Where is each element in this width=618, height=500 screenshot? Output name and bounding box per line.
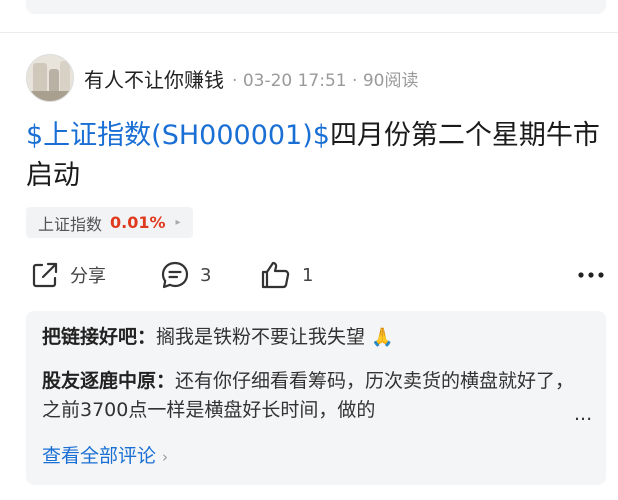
pray-emoji-icon: 🙏: [371, 327, 394, 348]
stock-tag-change: 0.01%: [110, 213, 166, 232]
comment-ellipsis: ...: [574, 403, 593, 425]
author-name[interactable]: 有人不让你赚钱: [84, 64, 224, 93]
post-meta: · 03-20 17:51 · 90阅读: [232, 66, 418, 91]
comment-item[interactable]: 股友逐鹿中原：还有你仔细看看筹码，历次卖货的横盘就好了，之前3700点一样是横盘…: [42, 367, 582, 425]
like-button[interactable]: 1: [260, 256, 313, 294]
post-title[interactable]: $上证指数(SH000001)$四月份第二个星期牛市启动: [26, 116, 601, 196]
view-all-comments-link[interactable]: 查看全部评论 ›: [42, 441, 168, 468]
comment-item[interactable]: 把链接好吧：搁我是铁粉不要让我失望 🙏: [42, 323, 592, 352]
meta-separator: ·: [346, 70, 363, 91]
comment-count: 3: [200, 264, 212, 286]
stock-tag-name: 上证指数: [38, 214, 103, 234]
share-button[interactable]: 分享: [30, 256, 106, 294]
chevron-right-icon: ›: [162, 448, 169, 466]
view-all-label: 查看全部评论: [42, 445, 157, 467]
stock-tag[interactable]: 上证指数 0.01% ▸: [26, 207, 193, 238]
more-button[interactable]: [578, 256, 604, 294]
comments-preview: 把链接好吧：搁我是铁粉不要让我失望 🙏 股友逐鹿中原：还有你仔细看看筹码，历次卖…: [26, 311, 606, 485]
like-icon: [260, 260, 292, 290]
avatar[interactable]: [26, 54, 74, 102]
view-count: 90阅读: [362, 70, 419, 91]
comment-author[interactable]: 股友逐鹿中原：: [42, 370, 175, 392]
meta-separator: ·: [232, 70, 243, 91]
post-time: 03-20 17:51: [242, 70, 347, 91]
share-icon: [30, 260, 60, 290]
comment-text: 搁我是铁粉不要让我失望: [156, 326, 366, 348]
comment-icon: [160, 260, 190, 290]
stock-mention-link[interactable]: $上证指数(SH000001)$: [26, 120, 330, 151]
post-divider: [0, 32, 618, 33]
comment-author[interactable]: 把链接好吧：: [42, 326, 156, 348]
like-count: 1: [302, 264, 314, 286]
post-header: 有人不让你赚钱 · 03-20 17:51 · 90阅读: [26, 54, 418, 102]
more-icon: [578, 271, 604, 279]
share-label: 分享: [70, 266, 106, 287]
comment-button[interactable]: 3: [160, 256, 211, 294]
previous-post-card: [26, 0, 606, 14]
action-bar: 分享 3 1: [26, 256, 604, 294]
chevron-right-icon: ▸: [175, 217, 181, 228]
